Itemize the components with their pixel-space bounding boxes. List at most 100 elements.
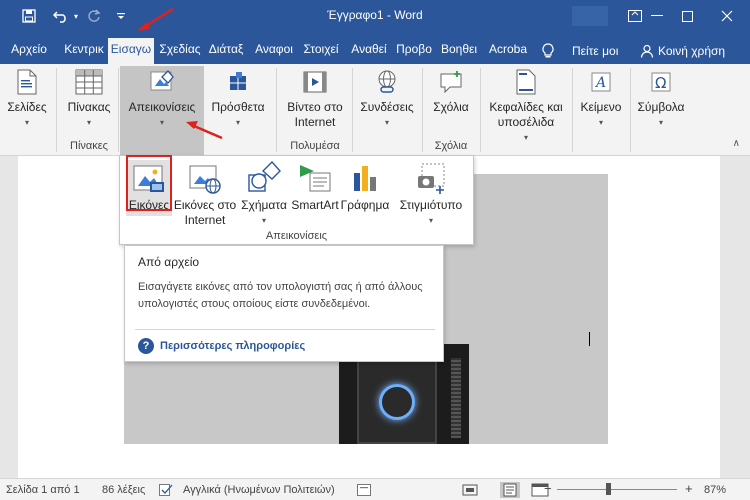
symbols-button[interactable]: Ω Σύμβολα ▾ (634, 68, 688, 130)
header-footer-button[interactable]: Κεφαλίδες και υποσέλιδα ▾ (484, 68, 568, 145)
lightbulb-icon (542, 43, 554, 58)
print-layout-icon[interactable] (500, 482, 520, 498)
online-pictures-button[interactable]: Εικόνες στο Internet (172, 160, 238, 228)
chevron-down-icon: ▾ (523, 133, 528, 142)
page-count[interactable]: Σελίδα 1 από 1 (6, 484, 80, 496)
header-footer-icon (510, 68, 542, 96)
online-picture-icon (185, 160, 225, 196)
proofing-icon[interactable] (159, 484, 173, 499)
chevron-down-icon: ▾ (235, 118, 240, 127)
links-label: Συνδέσεις (360, 100, 414, 114)
annotation-highlight-box (126, 155, 172, 211)
online-video-label-2: Internet (294, 115, 336, 129)
tell-me-box[interactable]: Πείτε μοι (542, 38, 618, 64)
chevron-down-icon: ▾ (598, 118, 603, 127)
status-bar: Σελίδα 1 από 1 86 λέξεις Αγγλικά (Ηνωμέν… (0, 478, 750, 500)
focus-mode-icon[interactable] (460, 482, 480, 498)
chevron-down-icon: ▾ (159, 118, 164, 127)
smartart-icon (295, 160, 335, 196)
comment-icon (435, 68, 467, 96)
tab-layout[interactable]: Διάταξ (204, 38, 248, 64)
comment-label: Σχόλια (433, 100, 469, 114)
tab-design[interactable]: Σχεδίας (158, 38, 202, 64)
signin-icon[interactable] (567, 0, 613, 32)
zoom-slider[interactable] (557, 489, 677, 490)
illustrations-dropdown: Εικόνες Εικόνες στο Internet Σχήματα ▾ S… (119, 155, 474, 245)
chevron-down-icon: ▾ (24, 118, 29, 127)
pages-button[interactable]: Σελίδες ▾ (4, 68, 50, 130)
chart-icon (345, 160, 385, 196)
svg-text:Ω: Ω (655, 74, 666, 92)
chart-button[interactable]: Γράφημα (340, 160, 390, 213)
chevron-down-icon: ▾ (261, 216, 266, 225)
share-label: Κοινή χρήση (658, 44, 726, 58)
group-separator (630, 68, 631, 152)
group-separator (276, 68, 277, 152)
macro-icon[interactable] (357, 484, 371, 499)
screenshot-label: Στιγμιότυπο (399, 198, 463, 212)
tell-me-label: Πείτε μοι (572, 44, 619, 58)
zoom-slider-thumb[interactable] (606, 483, 612, 495)
header-footer-label-1: Κεφαλίδες και (489, 100, 563, 114)
group-separator (352, 68, 353, 152)
illustrations-button[interactable]: Απεικονίσεις ▾ (120, 66, 204, 156)
person-icon (640, 44, 654, 58)
text-button[interactable]: A Κείμενο ▾ (576, 68, 626, 130)
tables-group-label: Πίνακες (70, 140, 108, 152)
illustrations-group-label: Απεικονίσεις (265, 230, 328, 242)
tell-me-more-label: Περισσότερες πληροφορίες (160, 340, 306, 352)
chevron-down-icon: ▾ (428, 216, 433, 225)
addins-button[interactable]: Πρόσθετα ▾ (206, 68, 270, 130)
page-icon (11, 68, 43, 96)
shapes-button[interactable]: Σχήματα ▾ (238, 160, 290, 228)
tab-references[interactable]: Αναφοι (252, 38, 296, 64)
tab-help[interactable]: Βοηθει (438, 38, 480, 64)
tab-review[interactable]: Αναθεί (346, 38, 392, 64)
screenshot-icon (411, 160, 451, 196)
chevron-down-icon: ▾ (86, 118, 91, 127)
pages-label: Σελίδες (7, 100, 47, 114)
share-button[interactable]: Κοινή χρήση (640, 38, 725, 64)
tab-insert[interactable]: Εισαγω (108, 38, 154, 64)
shapes-icon (244, 160, 284, 196)
smartart-label: SmartArt (291, 198, 339, 212)
film-icon (299, 68, 331, 96)
zoom-out-button[interactable]: − (544, 481, 552, 496)
language-indicator[interactable]: Αγγλικά (Ηνωμένων Πολιτειών) (183, 484, 335, 496)
zoom-level[interactable]: 87% (704, 484, 726, 496)
table-button[interactable]: Πίνακας ▾ (62, 68, 116, 130)
ribbon: Σελίδες ▾ Πίνακας ▾ Πίνακες Απεικονίσεις… (0, 64, 750, 156)
word-count[interactable]: 86 λέξεις (102, 484, 145, 496)
comments-group-label: Σχόλια (434, 140, 468, 152)
text-icon: A (585, 68, 617, 96)
chevron-down-icon: ▾ (658, 118, 663, 127)
close-icon[interactable] (704, 0, 750, 32)
tab-acrobat[interactable]: Acroba (486, 38, 530, 64)
online-video-label-1: Βίντεο στο (287, 100, 343, 114)
help-icon: ? (138, 338, 154, 354)
group-separator (422, 68, 423, 152)
tab-file[interactable]: Αρχείο (4, 38, 54, 64)
illustrations-label: Απεικονίσεις (128, 100, 196, 114)
symbols-label: Σύμβολα (637, 100, 685, 114)
smartart-button[interactable]: SmartArt (290, 160, 340, 213)
tab-home[interactable]: Κεντρικ (62, 38, 106, 64)
tab-mailings[interactable]: Στοιχεί (298, 38, 344, 64)
online-video-button[interactable]: Βίντεο στο Internet (280, 68, 350, 130)
zoom-in-button[interactable]: + (685, 481, 693, 496)
group-separator (56, 68, 57, 152)
online-pictures-label: Εικόνες στο Internet (173, 198, 237, 227)
comment-button[interactable]: Σχόλια (426, 68, 476, 115)
tab-view[interactable]: Προβο (394, 38, 434, 64)
pictures-tooltip: Από αρχείο Εισαγάγετε εικόνες από τον υπ… (124, 245, 444, 362)
collapse-ribbon-icon[interactable]: ∧ (733, 138, 740, 149)
screenshot-button[interactable]: Στιγμιότυπο ▾ (394, 160, 468, 228)
header-footer-label-2: υποσέλιδα (497, 115, 555, 129)
group-separator (118, 68, 119, 152)
title-bar: ▾ Έγγραφο1 - Word (0, 0, 750, 32)
media-group-label: Πολυμέσα (290, 140, 340, 152)
links-button[interactable]: Συνδέσεις ▾ (356, 68, 418, 130)
link-icon (371, 68, 403, 96)
tell-me-more-link[interactable]: ? Περισσότερες πληροφορίες (138, 338, 305, 354)
svg-text:A: A (594, 75, 606, 91)
